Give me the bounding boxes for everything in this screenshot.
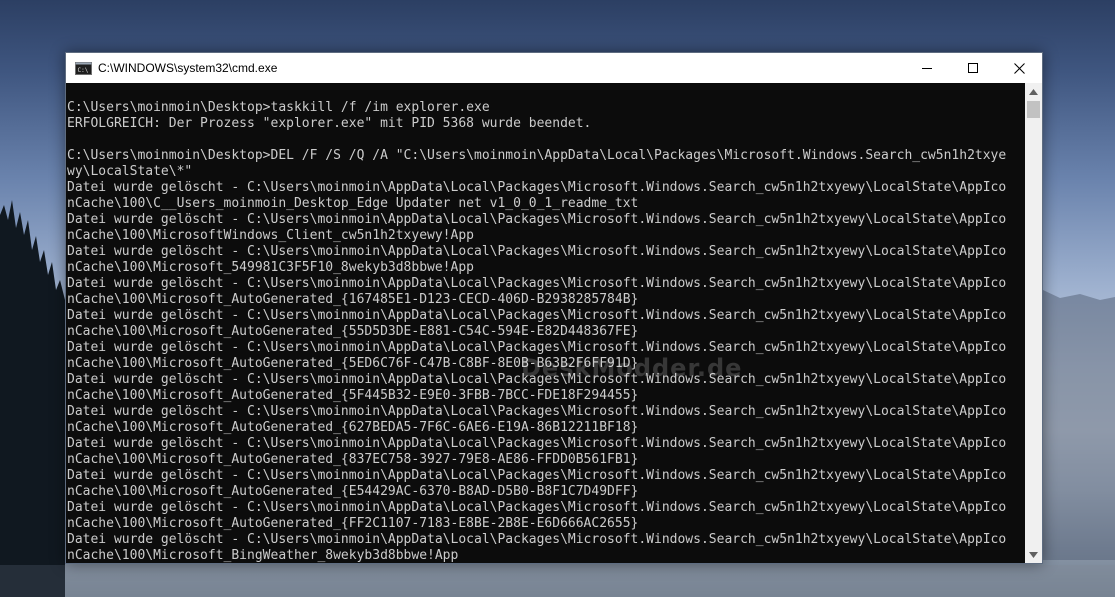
window-title: C:\WINDOWS\system32\cmd.exe: [98, 61, 278, 75]
console-line: C:\Users\moinmoin\Desktop>taskkill /f /i…: [67, 100, 490, 115]
console-line: wy\LocalState\*": [67, 164, 193, 179]
console-line: nCache\100\Microsoft_AutoGenerated_{E544…: [67, 484, 639, 499]
maximize-button[interactable]: [950, 53, 996, 83]
console-line: nCache\100\Microsoft_AutoGenerated_{627B…: [67, 420, 639, 435]
console-lines: C:\Users\moinmoin\Desktop>taskkill /f /i…: [66, 83, 1026, 563]
console-line: nCache\100\Microsoft_AutoGenerated_{837E…: [67, 452, 639, 467]
console-line: Datei wurde gelöscht - C:\Users\moinmoin…: [67, 404, 1007, 419]
watermark-logo: DeskModder.de: [521, 354, 743, 382]
console-line: nCache\100\Microsoft_BingWeather_8wekyb3…: [67, 548, 459, 563]
console-line: nCache\100\Microsoft_549981C3F5F10_8weky…: [67, 260, 474, 275]
scroll-up-button[interactable]: [1025, 83, 1042, 100]
console-line: nCache\100\MicrosoftWindows_Client_cw5n1…: [67, 228, 474, 243]
title-bar[interactable]: C:\ C:\WINDOWS\system32\cmd.exe: [66, 53, 1042, 83]
minimize-button[interactable]: [904, 53, 950, 83]
close-icon: [1013, 62, 1025, 74]
close-button[interactable]: [996, 53, 1042, 83]
console-line: Datei wurde gelöscht - C:\Users\moinmoin…: [67, 308, 1007, 323]
console-line: Datei wurde gelöscht - C:\Users\moinmoin…: [67, 212, 1007, 227]
console-line: Datei wurde gelöscht - C:\Users\moinmoin…: [67, 532, 1007, 547]
console-line: nCache\100\C__Users_moinmoin_Desktop_Edg…: [67, 196, 639, 211]
chevron-down-icon: [1029, 551, 1038, 558]
scroll-thumb[interactable]: [1027, 101, 1040, 118]
svg-text:C:\: C:\: [78, 67, 89, 74]
console-line: C:\Users\moinmoin\Desktop>DEL /F /S /Q /…: [67, 148, 1007, 163]
console-line: Datei wurde gelöscht - C:\Users\moinmoin…: [67, 500, 1007, 515]
minimize-icon: [922, 68, 932, 69]
console-line: Datei wurde gelöscht - C:\Users\moinmoin…: [67, 180, 1007, 195]
console-line: nCache\100\Microsoft_AutoGenerated_{5F44…: [67, 388, 639, 403]
console-line: Datei wurde gelöscht - C:\Users\moinmoin…: [67, 468, 1007, 483]
cmd-icon: C:\: [75, 61, 92, 75]
console-line: Datei wurde gelöscht - C:\Users\moinmoin…: [67, 276, 1007, 291]
cmd-window[interactable]: C:\ C:\WINDOWS\system32\cmd.exe C:\Users…: [65, 52, 1043, 564]
scroll-down-button[interactable]: [1025, 546, 1042, 563]
console-line: nCache\100\Microsoft_AutoGenerated_{FF2C…: [67, 516, 639, 531]
vertical-scrollbar[interactable]: [1025, 83, 1042, 563]
console-line: nCache\100\Microsoft_AutoGenerated_{1674…: [67, 292, 639, 307]
console-line: ERFOLGREICH: Der Prozess "explorer.exe" …: [67, 116, 592, 131]
console-line: nCache\100\Microsoft_AutoGenerated_{55D5…: [67, 324, 639, 339]
console-line: Datei wurde gelöscht - C:\Users\moinmoin…: [67, 244, 1007, 259]
window-controls: [904, 53, 1042, 83]
console-output[interactable]: C:\Users\moinmoin\Desktop>taskkill /f /i…: [66, 83, 1026, 563]
console-line: Datei wurde gelöscht - C:\Users\moinmoin…: [67, 436, 1007, 451]
maximize-icon: [968, 63, 978, 73]
chevron-up-icon: [1029, 88, 1038, 95]
